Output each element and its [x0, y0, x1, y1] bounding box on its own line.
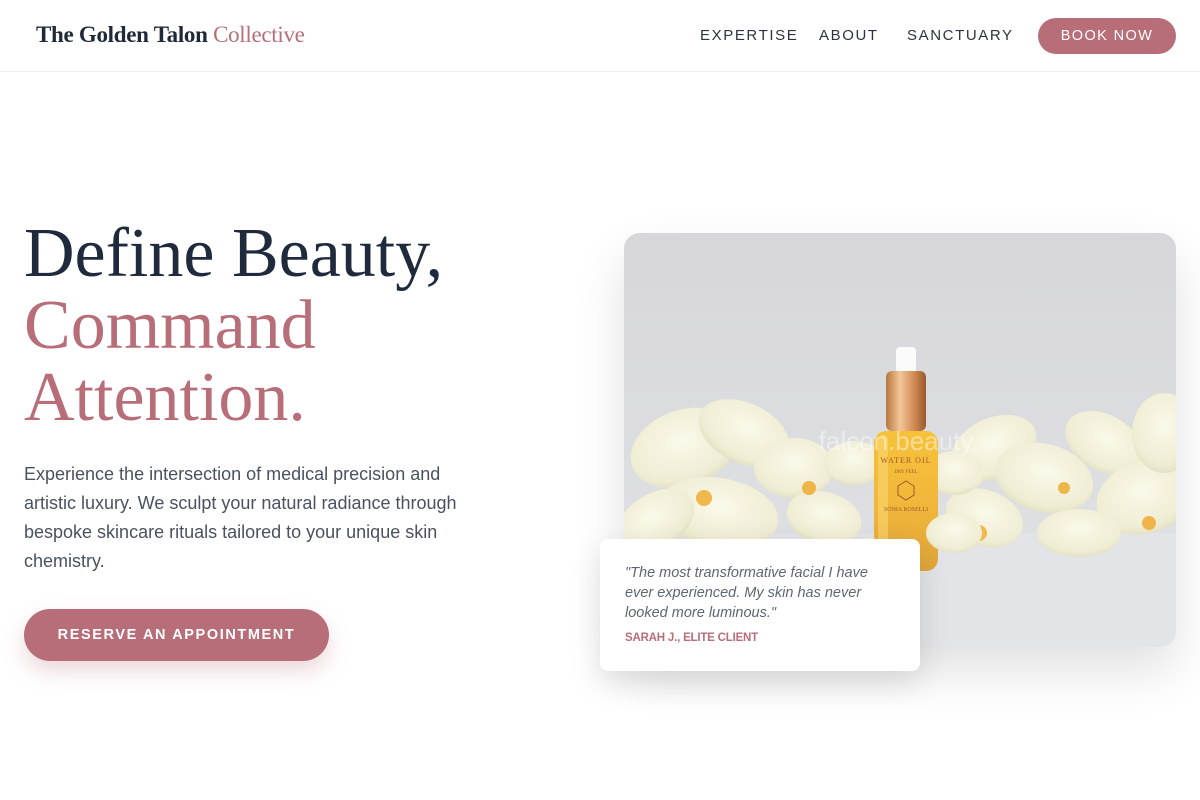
brand-logo[interactable]: The Golden Talon Collective: [36, 22, 305, 48]
headline-line-3: Attention.: [24, 359, 306, 436]
bottle-brand: SONIA ROSELLI: [884, 507, 928, 513]
testimonial-quote: "The most transformative facial I have e…: [625, 565, 868, 621]
logo-accent-text: Collective: [213, 22, 305, 47]
bottle-label-top: WATER OIL: [881, 456, 932, 465]
testimonial-author: SARAH J., ELITE CLIENT: [625, 632, 758, 644]
bottle-label-sub: DRY FEEL: [894, 470, 917, 475]
top-navigation: The Golden Talon Collective EXPERTISE AB…: [0, 0, 1200, 72]
image-watermark: falcon.beauty: [819, 426, 974, 456]
hero-headline: Define Beauty, Command Attention.: [24, 218, 443, 434]
testimonial-card: "The most transformative facial I have e…: [600, 539, 920, 671]
nav-link-expertise[interactable]: EXPERTISE: [700, 27, 798, 44]
book-now-button[interactable]: BOOK NOW: [1038, 18, 1176, 54]
headline-line-1: Define Beauty,: [24, 215, 444, 292]
headline-line-2: Command: [24, 287, 316, 364]
nav-link-about[interactable]: ABOUT: [819, 27, 879, 44]
nav-link-sanctuary[interactable]: SANCTUARY: [907, 27, 1014, 44]
reserve-appointment-button[interactable]: RESERVE AN APPOINTMENT: [24, 609, 329, 661]
logo-main-text: The Golden Talon: [36, 22, 208, 47]
hero-description: Experience the intersection of medical p…: [24, 464, 457, 571]
